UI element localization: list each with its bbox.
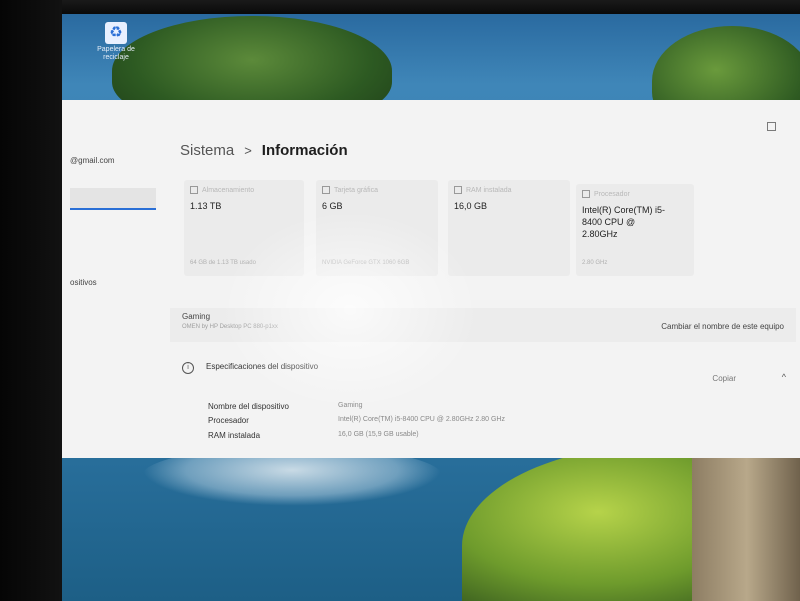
storage-label: Almacenamiento bbox=[202, 186, 255, 194]
device-name: Gaming bbox=[182, 312, 211, 321]
processor-value: Intel(R) Core(TM) i5-8400 CPU @ 2.80GHz bbox=[582, 205, 666, 239]
storage-card[interactable]: Almacenamiento 1.13 TB 64 GB de 1.13 TB … bbox=[184, 180, 304, 276]
processor-speed: 2.80 GHz bbox=[582, 260, 608, 266]
ram-value: 16,0 GB bbox=[454, 201, 488, 211]
spec-key-ram: RAM instalada bbox=[208, 431, 261, 440]
ram-card[interactable]: RAM instalada 16,0 GB bbox=[448, 180, 570, 276]
storage-usage: 64 GB de 1.13 TB usado bbox=[190, 260, 256, 266]
copy-button[interactable]: Copiar bbox=[712, 374, 736, 383]
breadcrumb: Sistema > Información bbox=[180, 142, 348, 159]
spec-key-processor: Procesador bbox=[208, 416, 249, 425]
breadcrumb-parent[interactable]: Sistema bbox=[180, 142, 234, 159]
desktop-icon-recycle-bin[interactable]: ♻ Papelera de reciclaje bbox=[94, 22, 138, 74]
processor-label: Procesador bbox=[594, 190, 630, 198]
wallpaper-rock bbox=[692, 454, 800, 601]
graphics-model: NVIDIA GeForce GTX 1060 6GB bbox=[322, 260, 410, 266]
breadcrumb-separator: > bbox=[244, 143, 252, 158]
processor-icon bbox=[582, 190, 590, 198]
graphics-value: 6 GB bbox=[322, 201, 343, 211]
device-specs-title: Especificaciones del dispositivo bbox=[206, 362, 319, 371]
maximize-icon[interactable] bbox=[767, 122, 776, 131]
spec-value-processor: Intel(R) Core(TM) i5-8400 CPU @ 2.80GHz … bbox=[338, 416, 505, 423]
processor-card[interactable]: Procesador Intel(R) Core(TM) i5-8400 CPU… bbox=[576, 184, 694, 276]
monitor-bezel-left bbox=[0, 0, 62, 601]
gpu-icon bbox=[322, 186, 330, 194]
rename-pc-button[interactable]: Cambiar el nombre de este equipo bbox=[661, 322, 784, 331]
page-title: Información bbox=[261, 142, 348, 159]
device-specs-header[interactable]: i Especificaciones del dispositivo bbox=[170, 354, 796, 384]
desktop-icon-label: Papelera de reciclaje bbox=[97, 46, 135, 61]
storage-value: 1.13 TB bbox=[190, 201, 222, 211]
spec-key-device-name: Nombre del dispositivo bbox=[208, 402, 289, 411]
spec-value-ram: 16,0 GB (15,9 GB usable) bbox=[338, 431, 419, 438]
device-model: OMEN by HP Desktop PC 880-p1xx bbox=[182, 324, 278, 330]
info-icon: i bbox=[182, 362, 194, 374]
ram-label: RAM instalada bbox=[466, 186, 512, 194]
chevron-up-icon[interactable]: ^ bbox=[782, 372, 786, 382]
graphics-label: Tarjeta gráfica bbox=[334, 186, 378, 194]
recycle-bin-icon: ♻ bbox=[105, 22, 127, 44]
sidebar-item-devices[interactable]: ositivos bbox=[70, 278, 97, 287]
sidebar-account-email: @gmail.com bbox=[70, 156, 115, 165]
spec-value-device-name: Gaming bbox=[338, 402, 363, 409]
storage-icon bbox=[190, 186, 198, 194]
ram-icon bbox=[454, 186, 462, 194]
sidebar-selected-item[interactable] bbox=[70, 188, 156, 210]
settings-window: @gmail.com ositivos Sistema > Informació… bbox=[60, 100, 800, 458]
graphics-card[interactable]: Tarjeta gráfica 6 GB NVIDIA GeForce GTX … bbox=[316, 180, 438, 276]
